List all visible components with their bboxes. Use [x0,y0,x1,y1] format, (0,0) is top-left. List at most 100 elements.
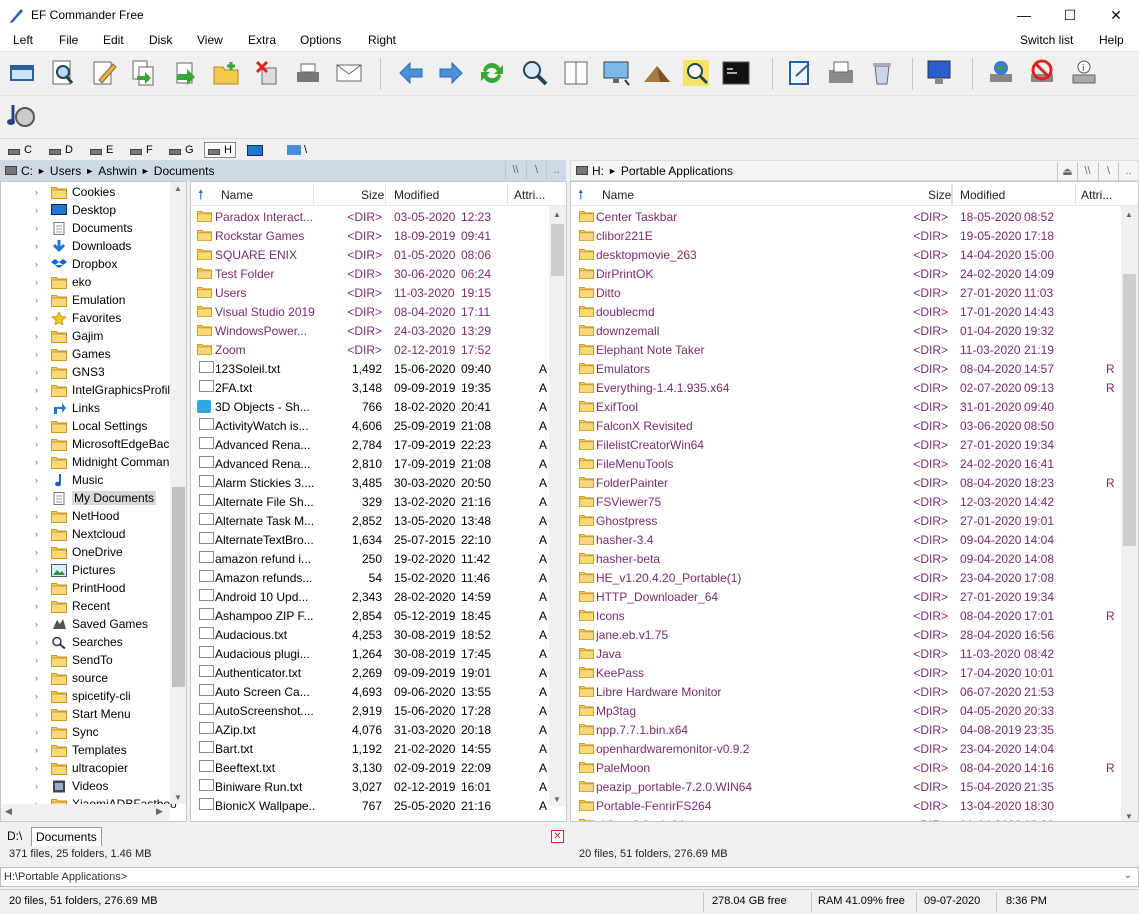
table-row[interactable]: Visual Studio 2019 <DIR> 08-04-2020 17:11 [191,302,566,321]
recycle-bin-icon[interactable] [866,57,898,89]
column-attributes[interactable]: Attri... [514,188,545,202]
table-row[interactable]: jane.eb.v1.75 <DIR> 28-04-2020 16:56 [571,625,1138,644]
chevron-right-icon[interactable]: › [35,745,45,755]
chevron-right-icon[interactable]: › [35,295,45,305]
chevron-right-icon[interactable]: › [35,781,45,791]
chevron-right-icon[interactable]: › [35,583,45,593]
right-path-crumb[interactable]: Portable Applications [621,164,733,178]
table-row[interactable]: Users <DIR> 11-03-2020 19:15 [191,283,566,302]
table-row[interactable]: Elephant Note Taker <DIR> 11-03-2020 21:19 [571,340,1138,359]
chevron-right-icon[interactable]: › [35,403,45,413]
parent-button[interactable]: \ [1098,162,1118,180]
refresh-icon[interactable] [476,57,508,89]
chevron-right-icon[interactable]: › [35,673,45,683]
chevron-right-icon[interactable]: › [35,727,45,737]
chevron-right-icon[interactable]: › [35,259,45,269]
tree-item[interactable]: › Start Menu [1,705,131,723]
drive-e[interactable]: E [87,142,116,158]
move-icon[interactable] [170,57,202,89]
table-row[interactable]: FSViewer75 <DIR> 12-03-2020 14:42 [571,492,1138,511]
tree-item[interactable]: › Downloads [1,237,131,255]
tree-item[interactable]: › My Documents [1,489,157,507]
table-row[interactable]: Beeftext.txt 3,130 02-09-2019 22:09 A [191,758,566,777]
quick-view-icon[interactable] [46,57,78,89]
command-line[interactable]: H:\Portable Applications> ⌄ [0,867,1139,887]
folder-tree[interactable]: › Cookies › Desktop › Documents › Downloads › Dro… [0,181,187,822]
tree-item[interactable]: › ultracopier [1,759,128,777]
chevron-right-icon[interactable]: › [35,655,45,665]
table-row[interactable]: Advanced Rena... 2,784 17-09-2019 22:23 A [191,435,566,454]
table-row[interactable]: FalconX Revisited <DIR> 03-06-2020 08:50 [571,416,1138,435]
table-row[interactable]: Center Taskbar <DIR> 18-05-2020 08:52 [571,207,1138,226]
chevron-right-icon[interactable]: › [35,475,45,485]
tree-item[interactable]: › Favorites [1,309,121,327]
left-file-list[interactable]: 🠕 Name Size Modified Attri... Paradox In… [190,181,567,822]
table-row[interactable]: Zoom <DIR> 02-12-2019 17:52 [191,340,566,359]
tree-horizontal-scrollbar[interactable]: ◀ ▶ [1,804,170,821]
tree-item[interactable]: › SendTo [1,651,113,669]
chevron-right-icon[interactable]: › [35,763,45,773]
table-row[interactable]: desktopmovie_263 <DIR> 14-04-2020 15:00 [571,245,1138,264]
chevron-right-icon[interactable]: › [35,601,45,611]
drive-f[interactable]: F [127,142,156,158]
tab-drive-d[interactable]: D:\ [3,827,26,846]
notes-icon[interactable] [784,57,816,89]
table-row[interactable]: Mp3tag <DIR> 04-05-2020 20:33 [571,701,1138,720]
drive-d[interactable]: D [46,142,76,158]
chevron-right-icon[interactable]: › [35,619,45,629]
tree-item[interactable]: › Links [1,399,100,417]
table-row[interactable]: Ditto <DIR> 27-01-2020 11:03 [571,283,1138,302]
scroll-thumb[interactable] [172,487,185,687]
column-modified[interactable]: Modified [394,188,439,202]
new-folder-icon[interactable] [210,57,242,89]
chevron-right-icon[interactable]: › [35,313,45,323]
chevron-down-icon[interactable]: ⌄ [1124,870,1132,881]
column-name[interactable]: Name [602,188,634,202]
tree-item[interactable]: › Dropbox [1,255,117,273]
table-row[interactable]: Emulators <DIR> 08-04-2020 14:57 R [571,359,1138,378]
edit-icon[interactable] [88,57,120,89]
tree-item[interactable]: › OneDrive [1,543,123,561]
chevron-right-icon[interactable]: › [35,223,45,233]
music-player-icon[interactable] [4,100,36,132]
table-row[interactable]: AlternateTextBro... 1,634 25-07-2015 22:10 A [191,530,566,549]
chevron-right-icon[interactable]: › [35,421,45,431]
chevron-right-icon[interactable]: › [35,709,45,719]
table-row[interactable]: Ashampoo ZIP F... 2,854 05-12-2019 18:45 A [191,606,566,625]
right-vertical-scrollbar[interactable]: ▲ ▼ [1121,206,1138,821]
tree-item[interactable]: › source [1,669,108,687]
table-row[interactable]: Libre Hardware Monitor <DIR> 06-07-2020 21:… [571,682,1138,701]
tree-item[interactable]: › Desktop [1,201,116,219]
chevron-right-icon[interactable]: › [35,367,45,377]
tree-item[interactable]: › GNS3 [1,363,105,381]
table-row[interactable]: AZip.txt 4,076 31-03-2020 20:18 A [191,720,566,739]
drive-g[interactable]: G [166,142,197,158]
menu-left[interactable]: Left [13,33,33,47]
table-row[interactable]: Alarm Stickies 3.... 3,485 30-03-2020 20:50… [191,473,566,492]
tree-item[interactable]: › Local Settings [1,417,147,435]
column-modified[interactable]: Modified [960,188,1005,202]
table-row[interactable]: FilelistCreatorWin64 <DIR> 27-01-2020 19:34 [571,435,1138,454]
chevron-right-icon[interactable]: › [35,493,45,503]
table-row[interactable]: doublecmd <DIR> 17-01-2020 14:43 [571,302,1138,321]
tree-item[interactable]: › Gajim [1,327,103,345]
chevron-right-icon[interactable]: › [35,349,45,359]
tree-item[interactable]: › IntelGraphicsProfil [1,381,170,399]
right-file-list[interactable]: 🠕 Name Size Modified Attri... Center Tas… [570,181,1139,822]
disconnect-drive-icon[interactable] [1026,57,1058,89]
pyramid-icon[interactable] [641,57,673,89]
table-row[interactable]: Audacious.txt 4,253 30-08-2019 18:52 A [191,625,566,644]
menu-view[interactable]: View [197,33,223,47]
table-row[interactable]: AutoScreenshot.... 2,919 15-06-2020 17:28 A [191,701,566,720]
monitor-icon[interactable] [923,57,955,89]
tree-vertical-scrollbar[interactable]: ▲ ▼ [170,182,186,804]
network-icon[interactable] [600,57,632,89]
table-row[interactable]: Alternate Task M... 2,852 13-05-2020 13:48 A [191,511,566,530]
table-row[interactable]: Android 10 Upd... 2,343 28-02-2020 14:59 A [191,587,566,606]
table-row[interactable]: Rockstar Games <DIR> 18-09-2019 09:41 [191,226,566,245]
chevron-right-icon[interactable]: › [35,547,45,557]
sort-up-icon[interactable]: 🠕 [578,186,584,208]
table-row[interactable]: Amazon refunds... 54 15-02-2020 11:46 A [191,568,566,587]
tree-item[interactable]: › Templates [1,741,127,759]
drive-h[interactable]: H [204,142,236,158]
